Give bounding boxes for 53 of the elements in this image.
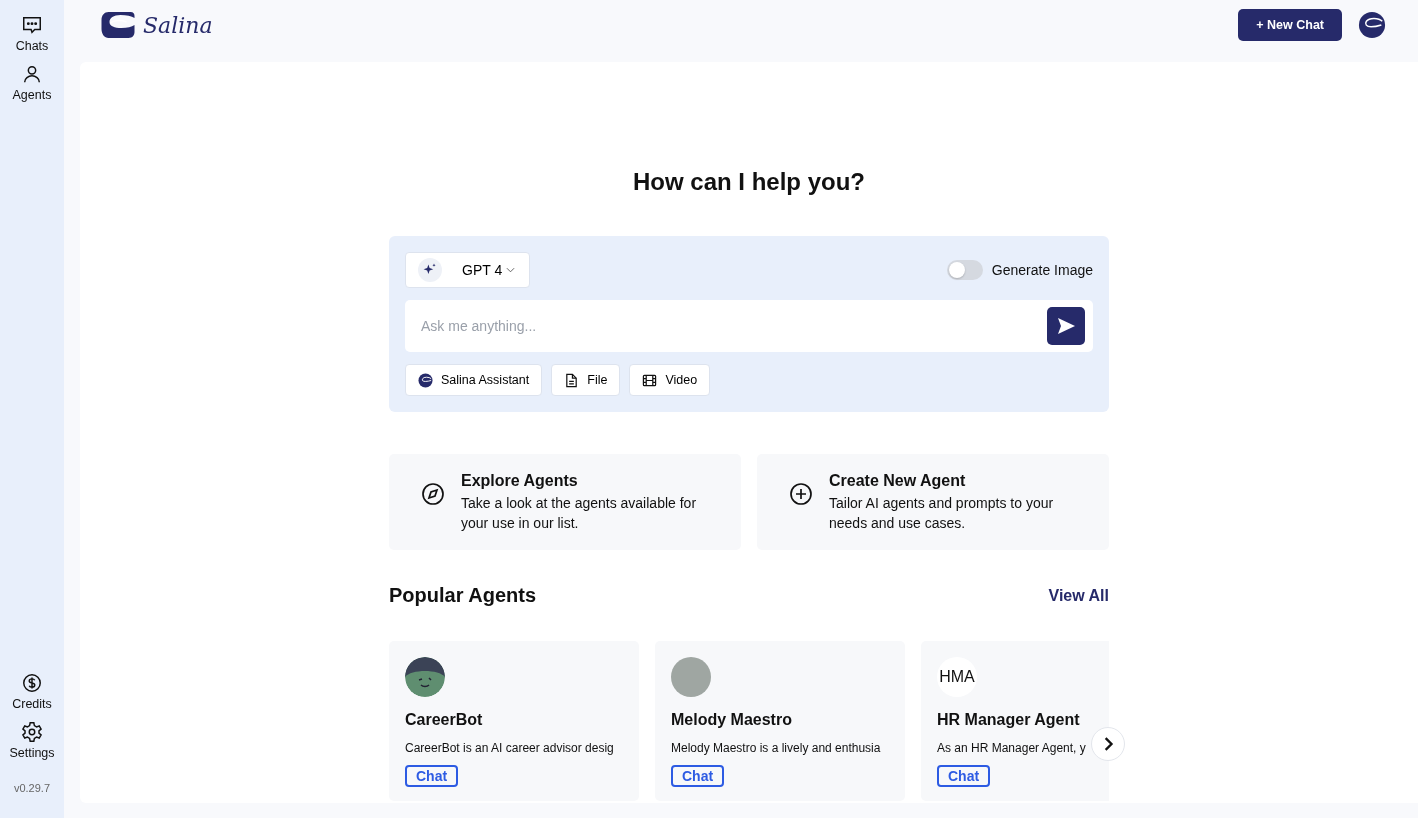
- sidebar-item[interactable]: Settings: [9, 721, 55, 760]
- agent-description: CareerBot is an AI career advisor desig: [405, 741, 614, 755]
- model-selector[interactable]: GPT 4: [405, 252, 531, 288]
- chevron-down-icon: [506, 267, 516, 273]
- sidebar-item[interactable]: Agents: [12, 63, 52, 102]
- chat-button[interactable]: Chat: [671, 765, 725, 787]
- user-icon: [21, 63, 43, 85]
- action-title: Create New Agent: [829, 472, 967, 490]
- chat-bubble-icon: [21, 14, 43, 36]
- agent-card[interactable]: Melody Maestro Melody Maestro is a lively and enthusia Chat: [655, 641, 905, 801]
- sidebar-item[interactable]: Chats: [15, 14, 49, 53]
- view-all-link[interactable]: View All: [1048, 586, 1109, 605]
- version-label: v0.29.7: [13, 782, 51, 794]
- logo-avatar-icon[interactable]: [1358, 11, 1386, 39]
- photo-placeholder: [671, 657, 711, 697]
- compass-icon: [421, 482, 445, 506]
- chat-button[interactable]: Chat: [937, 765, 991, 787]
- attachment-button[interactable]: Salina Assistant: [405, 364, 543, 396]
- next-button[interactable]: [1091, 727, 1125, 761]
- action-card[interactable]: Explore Agents Take a look at the agents available for your use in our list.: [389, 454, 741, 550]
- bot-avatar-icon: [405, 657, 445, 697]
- logo-icon: [100, 10, 137, 40]
- logo-icon: [418, 372, 433, 388]
- send-icon: [1056, 316, 1076, 336]
- initials-avatar: HMA: [937, 657, 977, 697]
- toggle-switch[interactable]: [946, 260, 983, 280]
- agent-card[interactable]: CareerBot CareerBot is an AI career advisor desig Chat: [389, 641, 639, 801]
- logo-text: Salina: [143, 12, 213, 38]
- dollar-icon: [21, 672, 43, 694]
- agent-name: Melody Maestro: [671, 711, 792, 729]
- toggle-label: Generate Image: [991, 262, 1093, 278]
- agent-description: Melody Maestro is a lively and enthusia: [671, 741, 881, 755]
- action-description: Tailor AI agents and prompts to your needs and use cases.: [829, 494, 1055, 533]
- chat-button[interactable]: Chat: [405, 765, 459, 787]
- agent-description: As an HR Manager Agent, y: [937, 741, 1086, 755]
- film-icon: [642, 372, 658, 388]
- action-card[interactable]: Create New Agent Tailor AI agents and prompts to your needs and use cases.: [757, 454, 1109, 550]
- plus-circle-icon: [789, 482, 813, 506]
- action-description: Take a look at the agents available for your use in our list.: [461, 494, 698, 533]
- agent-card[interactable]: HMA HR Manager Agent As an HR Manager Agent, y Chat: [921, 641, 1109, 801]
- attachment-button[interactable]: Video: [629, 364, 711, 396]
- attachment-button[interactable]: File: [551, 364, 621, 396]
- message-input[interactable]: Ask me anything...: [405, 300, 1093, 352]
- document-icon: [564, 372, 580, 388]
- page-heading: How can I help you?: [632, 168, 866, 196]
- sidebar-item[interactable]: Credits: [12, 672, 52, 711]
- settings-icon: [21, 721, 43, 743]
- agent-name: HR Manager Agent: [937, 711, 1080, 729]
- send-button[interactable]: [1047, 307, 1085, 345]
- agent-name: CareerBot: [405, 711, 483, 729]
- section-title: Popular Agents: [389, 584, 537, 607]
- new-chat-button[interactable]: + New Chat: [1238, 9, 1342, 41]
- action-title: Explore Agents: [461, 472, 579, 490]
